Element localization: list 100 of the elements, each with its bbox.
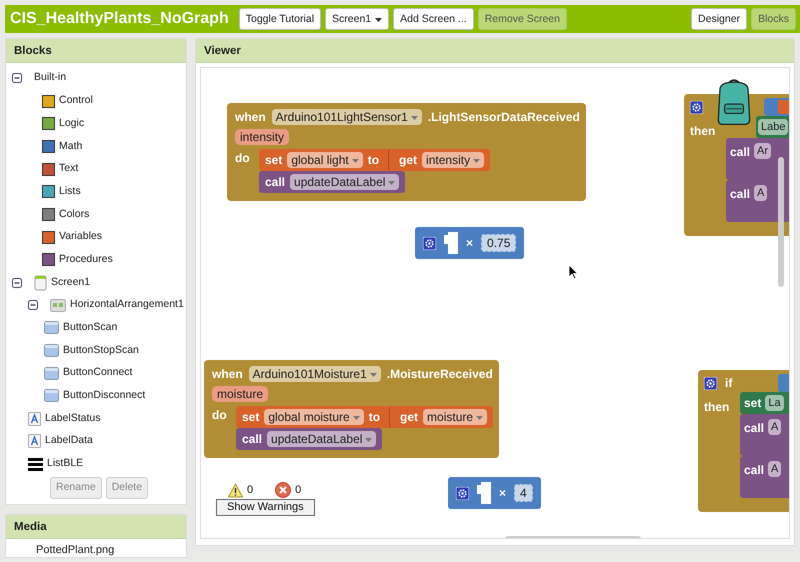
tree-item[interactable]: Colors	[59, 206, 90, 222]
caret-icon	[375, 16, 382, 22]
set-block[interactable]: set La	[740, 392, 789, 414]
procedure-field[interactable]: A	[754, 185, 768, 201]
toolbar-button[interactable]: Toggle Tutorial	[238, 8, 322, 30]
view-button[interactable]: Blocks	[751, 8, 796, 30]
block-keyword: then	[690, 123, 716, 140]
operator-sign: ×	[499, 485, 506, 502]
caret-icon	[352, 414, 360, 420]
component-field[interactable]: La	[765, 395, 784, 411]
collapse-icon[interactable]	[12, 278, 22, 288]
component-dropdown[interactable]: Arduino101LightSensor1	[272, 109, 422, 125]
block-keyword: call	[265, 174, 286, 191]
tree-item[interactable]: Procedures	[59, 252, 113, 268]
phone-icon	[34, 274, 47, 291]
text-label-icon	[28, 434, 41, 448]
procedure-dropdown[interactable]: updateDataLabel	[267, 431, 376, 447]
multiply-block[interactable]: × 4	[448, 477, 541, 509]
procedure-field[interactable]: A	[768, 461, 782, 477]
caret-icon	[473, 156, 480, 164]
show-warnings-button[interactable]: Show Warnings	[216, 499, 315, 516]
procedure-field[interactable]: Ar	[754, 143, 772, 159]
block-keyword: set	[242, 409, 260, 426]
warning-icon	[228, 482, 243, 498]
procedure-field[interactable]: A	[768, 419, 782, 435]
tree-item[interactable]: LabelData	[45, 433, 93, 450]
empty-socket[interactable]	[477, 482, 491, 504]
tree-item[interactable]: Text	[59, 161, 78, 177]
tree-item[interactable]: Screen1	[51, 274, 90, 290]
parameter-name[interactable]: moisture	[212, 386, 268, 402]
number-field[interactable]: 0.75	[481, 234, 516, 252]
block-keyword: call	[730, 144, 750, 161]
block-keyword: call	[242, 431, 262, 448]
set-block[interactable]: set global light to get intensity	[259, 149, 490, 171]
component-dropdown[interactable]: Arduino101Moisture1	[248, 366, 381, 382]
vertical-scrollbar[interactable]	[778, 157, 784, 287]
variable-dropdown[interactable]: global moisture	[264, 409, 364, 425]
caret-icon	[365, 436, 372, 442]
block-keyword: then	[704, 399, 730, 416]
block-keyword: to	[368, 409, 380, 426]
gear-icon[interactable]	[423, 236, 436, 250]
app-title: CIS_HealthyPlants_NoGraph	[10, 9, 229, 29]
panel-title: Media	[6, 515, 186, 539]
tree-item[interactable]: Math	[59, 138, 82, 154]
tree-item[interactable]: ButtonDisconnect	[63, 388, 146, 404]
gear-icon[interactable]	[456, 486, 469, 500]
toolbar-button[interactable]: Add Screen ...	[393, 8, 474, 30]
call-block[interactable]: call A	[740, 456, 789, 498]
collapse-icon[interactable]	[28, 300, 38, 310]
if-block[interactable]: then Labe call Ar call A	[684, 94, 789, 236]
tree-item[interactable]: ButtonScan	[63, 320, 118, 336]
caret-icon	[476, 414, 484, 420]
block-keyword: get	[399, 152, 418, 169]
variable-dropdown[interactable]: global light	[287, 152, 363, 168]
parameter-dropdown[interactable]: moisture	[423, 409, 488, 425]
tree-item[interactable]: ListBLE	[47, 456, 84, 472]
panel-title: Blocks	[6, 39, 186, 63]
block-keyword: get	[400, 409, 418, 426]
caret-icon	[410, 114, 418, 120]
parameter-dropdown[interactable]: intensity	[422, 152, 484, 168]
block-keyword: call	[744, 462, 764, 479]
block-keyword: set	[265, 152, 282, 169]
tree-item[interactable]: ButtonConnect	[63, 365, 132, 382]
number-field[interactable]: 4	[514, 484, 533, 502]
screen-dropdown[interactable]: Screen1	[325, 8, 390, 30]
block-keyword: call	[744, 420, 764, 437]
get-block[interactable]: get intensity	[388, 149, 490, 171]
tree-item[interactable]: LabelStatus	[45, 410, 100, 427]
tree-item[interactable]: ButtonStopScan	[63, 342, 139, 358]
tree-item[interactable]: HorizontalArrangement1	[70, 297, 184, 314]
get-block[interactable]: get moisture	[389, 406, 494, 428]
collapse-icon[interactable]	[12, 73, 22, 84]
view-button[interactable]: Designer	[691, 8, 748, 30]
call-block[interactable]: call A	[726, 180, 789, 222]
tree-item[interactable]: Variables	[59, 229, 102, 246]
tree-item[interactable]: Control	[59, 93, 93, 109]
if-block[interactable]: if then set La call A call A	[698, 370, 789, 512]
event-name: .LightSensorDataReceived	[428, 109, 580, 126]
block-keyword: do	[235, 150, 251, 167]
gear-icon[interactable]	[690, 100, 703, 114]
parameter-name[interactable]: intensity	[235, 129, 290, 145]
operator-sign: ×	[466, 235, 474, 252]
layout-icon	[50, 298, 66, 312]
call-block[interactable]: call updateDataLabel	[236, 428, 382, 450]
tree-item[interactable]: Lists	[59, 184, 81, 200]
block-keyword: call	[730, 186, 750, 203]
event-block[interactable]: when Arduino101LightSensor1 .LightSensorDataReceived intensity do set global light to get intensity call updateDataLabel	[227, 103, 586, 201]
event-block[interactable]: when Arduino101Moisture1 .MoistureReceived moisture do set global moisture to get moisture call updateDataLabel	[204, 360, 499, 458]
tree-item[interactable]: Built-in	[34, 70, 66, 86]
multiply-block[interactable]: × 0.75	[415, 227, 524, 259]
tree-item[interactable]: Logic	[59, 116, 84, 132]
set-block[interactable]: set global moisture to get moisture	[236, 406, 494, 428]
call-block[interactable]: call A	[740, 414, 789, 456]
empty-socket[interactable]	[444, 232, 458, 254]
procedure-dropdown[interactable]: updateDataLabel	[290, 174, 400, 190]
call-block[interactable]: call Ar	[726, 138, 789, 180]
warning-count: 0	[247, 482, 254, 498]
gear-icon[interactable]	[704, 376, 717, 390]
block-keyword: if	[725, 375, 732, 392]
call-block[interactable]: call updateDataLabel	[259, 171, 406, 193]
